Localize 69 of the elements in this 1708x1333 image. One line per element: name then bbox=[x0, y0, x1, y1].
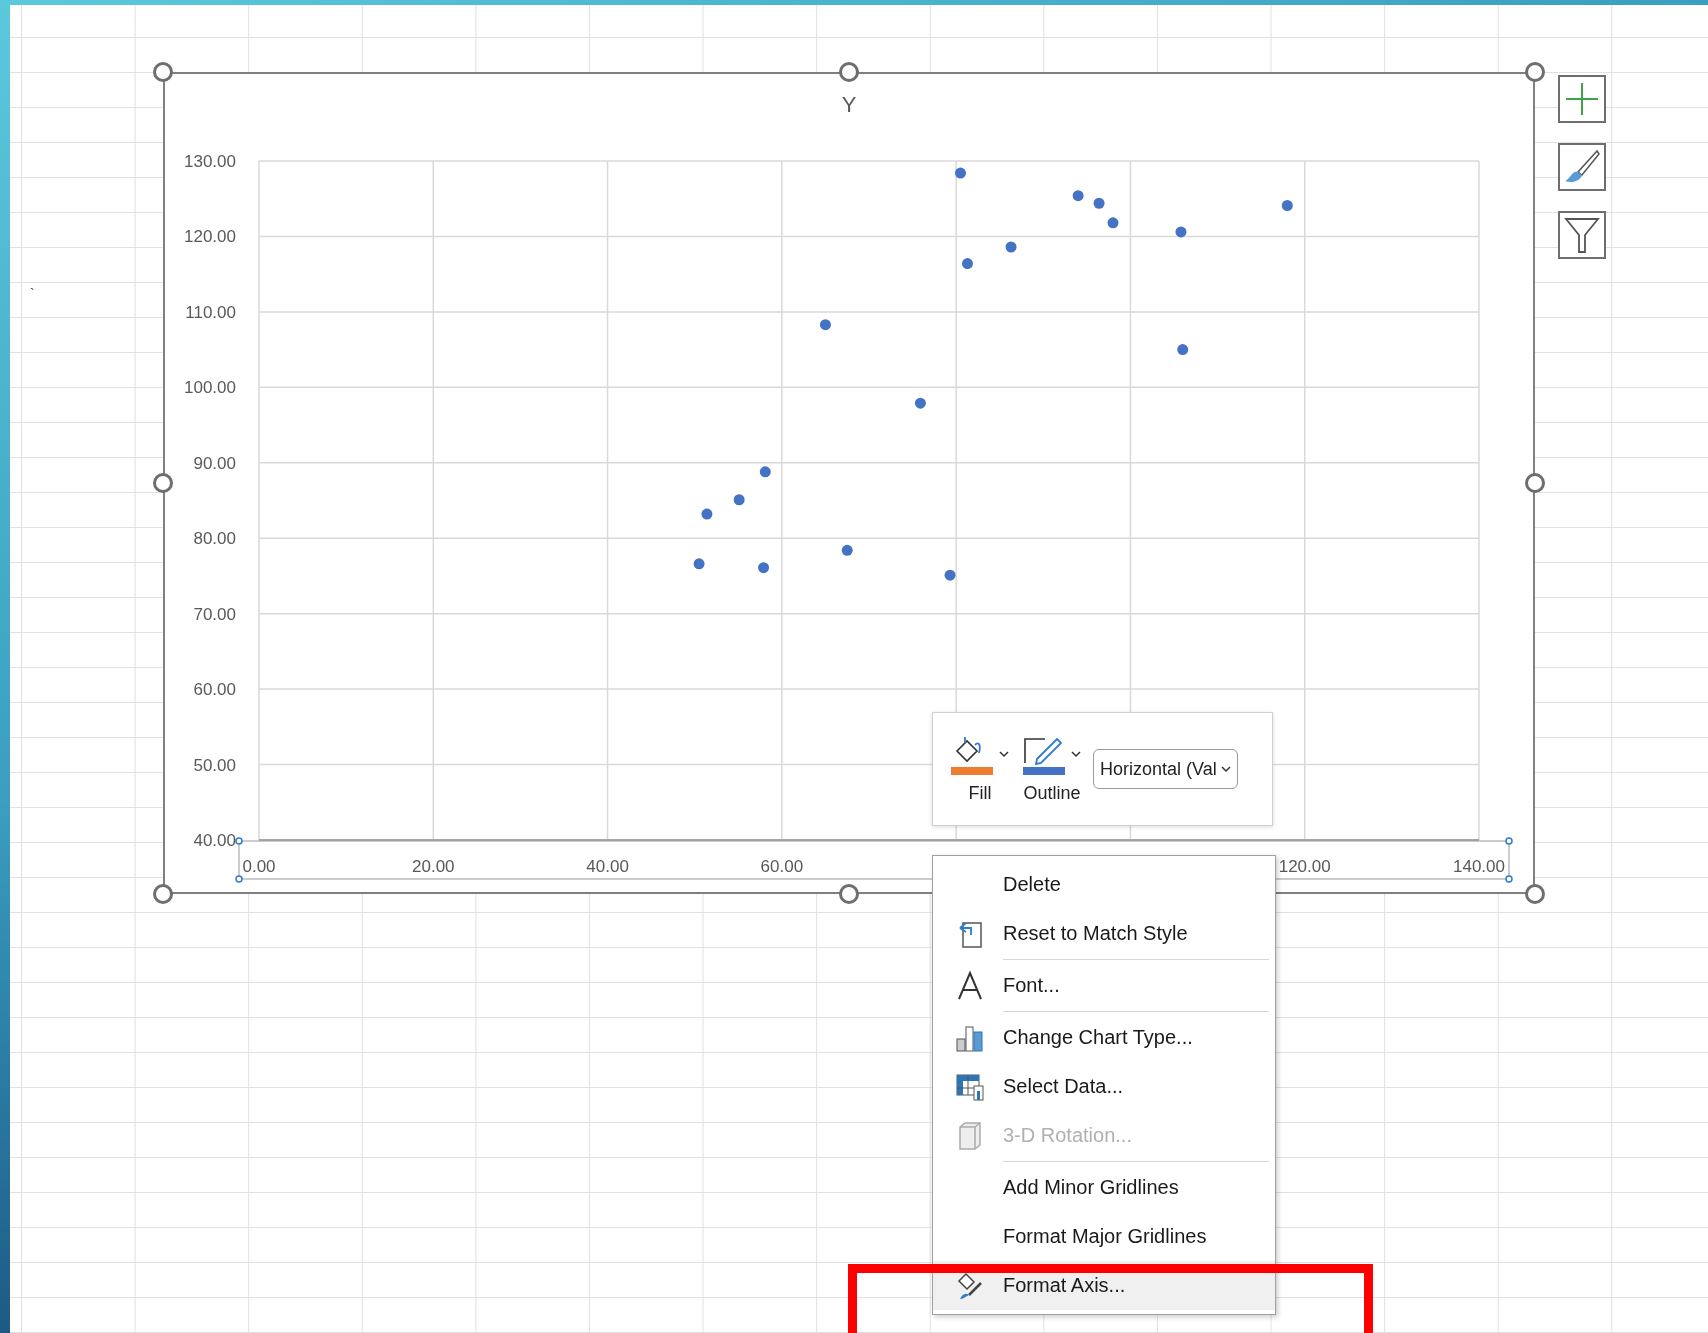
data-point bbox=[819, 319, 831, 331]
resize-handle[interactable] bbox=[839, 884, 859, 904]
data-point bbox=[733, 494, 745, 506]
data-point bbox=[759, 466, 771, 478]
data-point bbox=[758, 562, 770, 574]
data-point bbox=[1107, 217, 1119, 229]
y-axis-label: 50.00 bbox=[193, 755, 236, 775]
x-axis-label: 140.00 bbox=[1453, 857, 1505, 876]
x-axis-label: 20.00 bbox=[412, 857, 455, 876]
data-point bbox=[1177, 344, 1189, 356]
y-axis-label: 120.00 bbox=[184, 227, 236, 247]
menu-item[interactable]: Add Minor Gridlines bbox=[933, 1163, 1275, 1212]
x-axis-label: 60.00 bbox=[760, 857, 804, 876]
resize-handle[interactable] bbox=[1525, 884, 1545, 904]
data-point bbox=[701, 508, 713, 520]
chart-element-dropdown[interactable]: Horizontal (Val bbox=[1093, 749, 1238, 789]
menu-item[interactable]: Font... bbox=[933, 961, 1275, 1010]
x-axis-label: 120.00 bbox=[1278, 857, 1331, 876]
plus-icon bbox=[1564, 81, 1600, 117]
x-axis-label: 0.00 bbox=[242, 857, 276, 876]
chart-filter-button[interactable] bbox=[1558, 211, 1606, 259]
menu-item[interactable]: Select Data... bbox=[933, 1062, 1275, 1111]
filter-icon bbox=[1564, 216, 1600, 254]
selection-handle[interactable] bbox=[1505, 875, 1513, 883]
data-point bbox=[961, 258, 973, 270]
resize-handle[interactable] bbox=[153, 884, 173, 904]
y-axis-label: 60.00 bbox=[193, 680, 236, 700]
cell-text: ` bbox=[30, 286, 35, 302]
y-axis-label: 100.00 bbox=[184, 378, 236, 398]
data-point bbox=[1072, 190, 1084, 202]
chevron-down-icon bbox=[1220, 765, 1231, 773]
selection-handle[interactable] bbox=[235, 837, 243, 845]
data-point bbox=[914, 397, 926, 409]
chevron-down-icon bbox=[1071, 751, 1081, 758]
resize-handle[interactable] bbox=[1525, 62, 1545, 82]
x-axis-label: 40.00 bbox=[586, 857, 629, 876]
y-axis-label: 130.00 bbox=[184, 152, 236, 171]
cube-icon bbox=[957, 1120, 983, 1151]
resize-handle[interactable] bbox=[153, 473, 173, 493]
menu-item[interactable]: Reset to Match Style bbox=[933, 909, 1275, 958]
selection-handle[interactable] bbox=[1505, 837, 1513, 845]
resize-handle[interactable] bbox=[839, 62, 859, 82]
data-point bbox=[944, 569, 956, 581]
chart-title: Y bbox=[841, 92, 857, 118]
outline-button[interactable]: Outline bbox=[1021, 730, 1083, 808]
data-point bbox=[693, 558, 705, 570]
add-chart-element-button[interactable] bbox=[1558, 75, 1606, 123]
y-axis-label: 40.00 bbox=[193, 831, 236, 850]
data-point bbox=[955, 167, 966, 179]
y-axis-label: 70.00 bbox=[193, 604, 236, 624]
paint-brush-icon bbox=[955, 1270, 985, 1301]
y-axis-label: 80.00 bbox=[193, 529, 236, 549]
menu-item[interactable]: Change Chart Type... bbox=[933, 1013, 1275, 1062]
chart-styles-button[interactable] bbox=[1558, 143, 1606, 191]
y-axis-label: 110.00 bbox=[185, 302, 236, 322]
letter-a-icon bbox=[956, 970, 984, 1001]
fill-button[interactable]: Fill bbox=[949, 730, 1011, 808]
data-point bbox=[841, 544, 853, 556]
data-point bbox=[1281, 200, 1293, 211]
data-point bbox=[1093, 197, 1105, 209]
resize-handle[interactable] bbox=[1525, 473, 1545, 493]
y-axis-label: 90.00 bbox=[193, 453, 236, 473]
data-point bbox=[1175, 226, 1187, 238]
resize-handle[interactable] bbox=[153, 62, 173, 82]
data-table-icon bbox=[955, 1071, 985, 1102]
menu-item[interactable]: Format Major Gridlines bbox=[933, 1212, 1275, 1261]
data-point bbox=[1005, 241, 1017, 253]
chevron-down-icon bbox=[999, 751, 1009, 758]
selection-handle[interactable] bbox=[235, 875, 243, 883]
